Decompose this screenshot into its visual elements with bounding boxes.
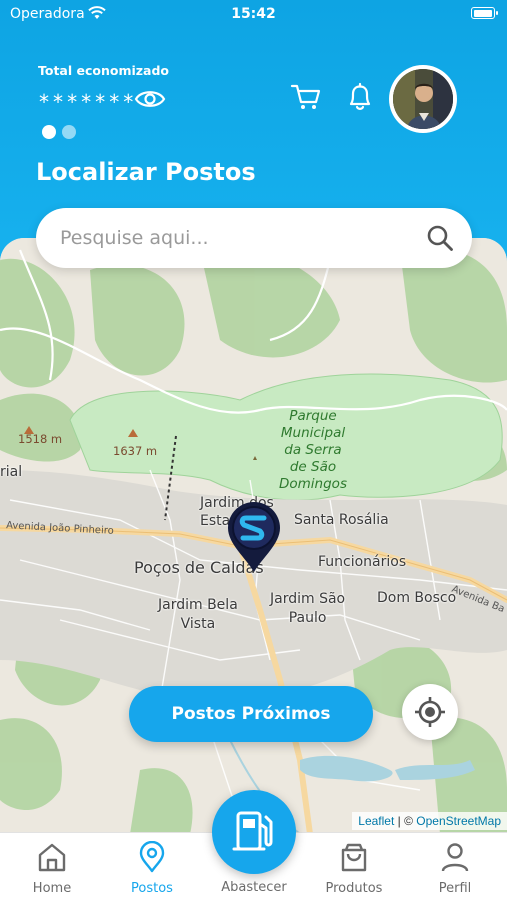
map-label-park: Parque Municipal da Serra de São Domingo… (268, 408, 358, 493)
station-marker-icon[interactable] (226, 500, 282, 574)
shopping-bag-icon (341, 843, 367, 872)
search-input[interactable] (60, 222, 410, 254)
avatar-photo (393, 69, 453, 129)
search-icon[interactable] (426, 224, 454, 252)
total-saved-label: Total economizado (38, 63, 170, 78)
map-label-district: Jardim São Paulo (270, 590, 345, 628)
tab-home[interactable]: Home (7, 833, 97, 900)
avatar[interactable] (389, 65, 457, 133)
tab-label: Abastecer (221, 880, 287, 895)
tab-perfil[interactable]: Perfil (410, 833, 500, 900)
user-icon (441, 843, 469, 872)
map-label-district: Jardim Bela Vista (158, 596, 238, 634)
eye-icon[interactable] (134, 87, 166, 111)
carousel-dot[interactable] (62, 125, 76, 139)
total-saved-value: ******* (38, 90, 137, 114)
leaflet-link[interactable]: Leaflet (358, 814, 394, 828)
battery-icon (471, 7, 498, 19)
attribution-separator: | © (394, 814, 417, 828)
tab-label: Produtos (325, 881, 383, 896)
map-label-district: Dom Bosco (377, 590, 457, 606)
tab-abastecer[interactable] (212, 790, 296, 874)
home-icon (38, 843, 66, 872)
map-attribution: Leaflet | © OpenStreetMap (352, 812, 507, 830)
tab-postos[interactable]: Postos (107, 833, 197, 900)
map-label-district: Santa Rosália (294, 512, 389, 528)
search-bar[interactable] (36, 208, 472, 268)
tab-label: Perfil (438, 881, 472, 896)
map-label-elevation: 1518 m (18, 432, 63, 446)
cart-icon[interactable] (290, 82, 322, 112)
clock: 15:42 (231, 6, 276, 22)
carousel-dots (42, 124, 82, 143)
location-pin-icon (139, 841, 165, 873)
status-bar: Operadora 15:42 (0, 0, 507, 30)
tab-label: Postos (131, 881, 173, 896)
map-label-elevation: 1637 m (113, 444, 158, 458)
page-title: Localizar Postos (36, 158, 256, 186)
tab-produtos[interactable]: Produtos (309, 833, 399, 900)
fuel-pump-icon (232, 811, 273, 851)
bell-icon[interactable] (346, 82, 374, 112)
park-name: Parque Municipal da Serra de São Domingo… (279, 408, 347, 492)
district-name: Jardim Bela Vista (158, 597, 238, 632)
carousel-dot-active[interactable] (42, 125, 56, 139)
osm-link[interactable]: OpenStreetMap (416, 814, 501, 828)
nearby-stations-button[interactable]: Postos Próximos (129, 686, 373, 742)
locate-me-button[interactable] (402, 684, 458, 740)
tab-label: Home (32, 881, 72, 896)
crosshair-icon (415, 697, 445, 727)
map-label-district: rial (0, 464, 23, 480)
district-name: Jardim São Paulo (270, 591, 346, 626)
map-label-district: Funcionários (318, 554, 407, 570)
